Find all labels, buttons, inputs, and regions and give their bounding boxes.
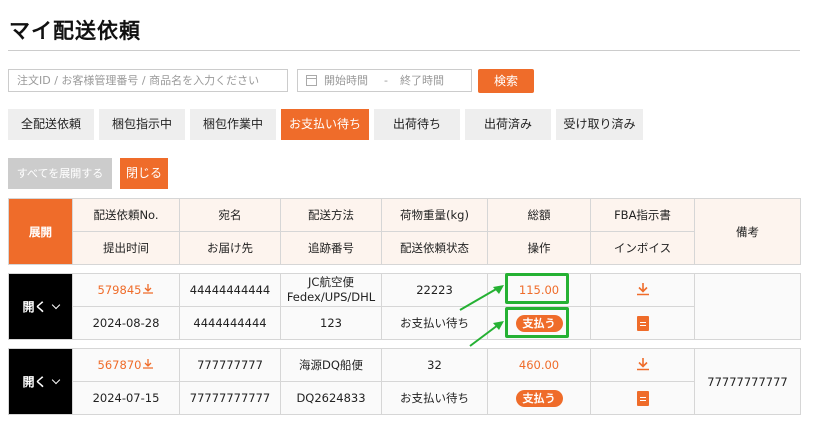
title-divider: [8, 50, 800, 51]
shipping-method-line2: Fedex/UPS/DHL: [286, 290, 376, 304]
download-icon: [143, 359, 154, 369]
header-weight: 荷物重量(kg): [381, 198, 488, 232]
search-input[interactable]: 注文ID / お客様管理番号 / 商品名を入力ください: [8, 69, 288, 92]
header-recipient: 宛名: [179, 198, 281, 232]
order-number: 579845: [97, 283, 142, 297]
tab-awaiting-payment[interactable]: お支払い待ち: [281, 109, 369, 140]
expand-toggle[interactable]: 開く: [8, 348, 73, 415]
chevron-down-icon: [51, 300, 60, 310]
tracking-number: DQ2624833: [280, 381, 382, 415]
header-operation: 操作: [487, 231, 591, 265]
toggle-label: 開く: [22, 375, 47, 389]
header-expand: 展開: [8, 198, 73, 265]
expand-all-button[interactable]: すべてを展開する: [8, 158, 112, 189]
order-number: 567870: [97, 358, 142, 372]
header-submitted-time: 提出时间: [72, 231, 180, 265]
invoice-button[interactable]: [590, 381, 695, 415]
tab-packing[interactable]: 梱包作業中: [190, 109, 276, 140]
shipping-method-line1: JC航空便: [308, 275, 354, 289]
shipping-method: 海源DQ船便: [280, 348, 382, 382]
tab-packing-instructed[interactable]: 梱包指示中: [99, 109, 185, 140]
invoice-document-icon: [636, 390, 649, 406]
header-destination: お届け先: [179, 231, 281, 265]
order-card: 開く 567870 777777777 海源DQ船便 32 460.00 777…: [8, 348, 801, 415]
tab-received[interactable]: 受け取り済み: [556, 109, 643, 140]
tab-shipped[interactable]: 出荷済み: [465, 109, 551, 140]
order-number-link[interactable]: 579845: [72, 273, 180, 307]
shipping-method: JC航空便 Fedex/UPS/DHL: [280, 273, 382, 307]
annotation-arrow: [459, 285, 504, 311]
download-icon: [636, 357, 649, 370]
header-total: 総額: [487, 198, 591, 232]
submitted-date: 2024-07-15: [72, 381, 180, 415]
fba-download-button[interactable]: [590, 273, 695, 307]
header-shipping-method: 配送方法: [280, 198, 382, 232]
date-start: 開始時間: [324, 74, 368, 87]
header-tracking: 追跡番号: [280, 231, 382, 265]
page-title: マイ配送依頼: [9, 19, 141, 43]
header-invoice: インボイス: [590, 231, 695, 265]
order-note: [694, 273, 801, 340]
invoice-button[interactable]: [590, 306, 695, 340]
header-order-number: 配送依頼No.: [72, 198, 180, 232]
annotation-arrow: [469, 321, 504, 347]
total-amount-value: 460.00: [518, 358, 560, 372]
header-fba: FBA指示書: [590, 198, 695, 232]
submitted-date: 2024-08-28: [72, 306, 180, 340]
operation-cell: 支払う: [487, 381, 591, 415]
download-icon: [636, 282, 649, 295]
orders-table-header: 展開 配送依頼No. 宛名 配送方法 荷物重量(kg) 総額 FBA指示書 備考…: [8, 198, 801, 265]
fba-download-button[interactable]: [590, 348, 695, 382]
pay-button[interactable]: 支払う: [515, 389, 563, 407]
tab-awaiting-shipment[interactable]: 出荷待ち: [374, 109, 460, 140]
recipient-name: 777777777: [179, 348, 281, 382]
header-note: 備考: [694, 198, 801, 265]
highlight-pay-box: [505, 307, 569, 338]
date-range-picker[interactable]: 開始時間 - 終了時間: [297, 69, 472, 92]
calendar-icon: [306, 75, 317, 86]
date-end: 終了時間: [400, 74, 444, 87]
toggle-label: 開く: [22, 300, 47, 314]
destination: 77777777777: [179, 381, 281, 415]
recipient-name: 44444444444: [179, 273, 281, 307]
download-icon: [143, 284, 154, 294]
highlight-total-box: [505, 273, 569, 304]
expand-toggle[interactable]: 開く: [8, 273, 73, 340]
search-button[interactable]: 検索: [478, 69, 534, 93]
chevron-down-icon: [51, 375, 60, 385]
destination: 4444444444: [179, 306, 281, 340]
total-amount: 460.00: [487, 348, 591, 382]
tracking-number: 123: [280, 306, 382, 340]
order-status: お支払い待ち: [381, 381, 488, 415]
order-note: 77777777777: [694, 348, 801, 415]
order-card: 開く 579845 44444444444 JC航空便 Fedex/UPS/DHL…: [8, 273, 801, 340]
header-status: 配送依頼状态: [381, 231, 488, 265]
tab-all[interactable]: 全配送依頼: [8, 109, 94, 140]
invoice-document-icon: [636, 315, 649, 331]
close-button[interactable]: 閉じる: [120, 158, 168, 189]
order-number-link[interactable]: 567870: [72, 348, 180, 382]
date-separator: -: [384, 74, 388, 87]
package-weight: 32: [381, 348, 488, 382]
